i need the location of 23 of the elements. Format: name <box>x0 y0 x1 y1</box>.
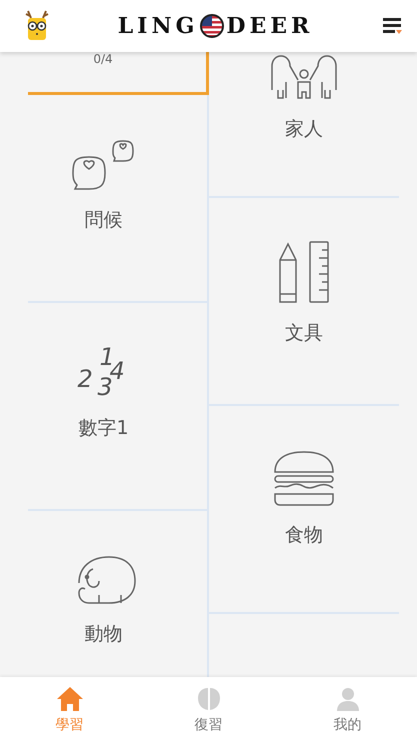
numeral: 1 <box>100 345 115 369</box>
lesson-card[interactable]: 家人 <box>209 52 399 198</box>
brand-name: DEER <box>226 13 314 39</box>
brand-name: LING <box>118 13 198 39</box>
lesson-title: 動物 <box>84 622 122 647</box>
numeral: 2 <box>78 367 93 391</box>
menu-icon[interactable] <box>383 17 403 35</box>
nav-tab[interactable]: 我的 <box>278 677 417 743</box>
lesson-card[interactable]: 文具 <box>209 198 399 406</box>
numeral: 3 <box>98 375 113 399</box>
lesson-title: 家人 <box>285 117 323 142</box>
nav-tab[interactable]: 復習 <box>139 677 278 743</box>
lesson-card[interactable]: 食物 <box>209 406 399 614</box>
flag-icon <box>200 14 224 38</box>
lesson-title: 數字1 <box>78 416 129 441</box>
lesson-card[interactable]: 1 2 4 3 數字1 <box>28 303 207 511</box>
home-icon <box>56 686 84 712</box>
progress-count: 0/4 <box>93 52 113 66</box>
lesson-card[interactable]: 0/4 <box>28 52 209 95</box>
lesson-title: 食物 <box>285 523 323 548</box>
lesson-card[interactable]: 問候 <box>28 95 207 303</box>
lesson-title: 問候 <box>84 208 122 233</box>
lesson-title: 文具 <box>285 321 323 346</box>
